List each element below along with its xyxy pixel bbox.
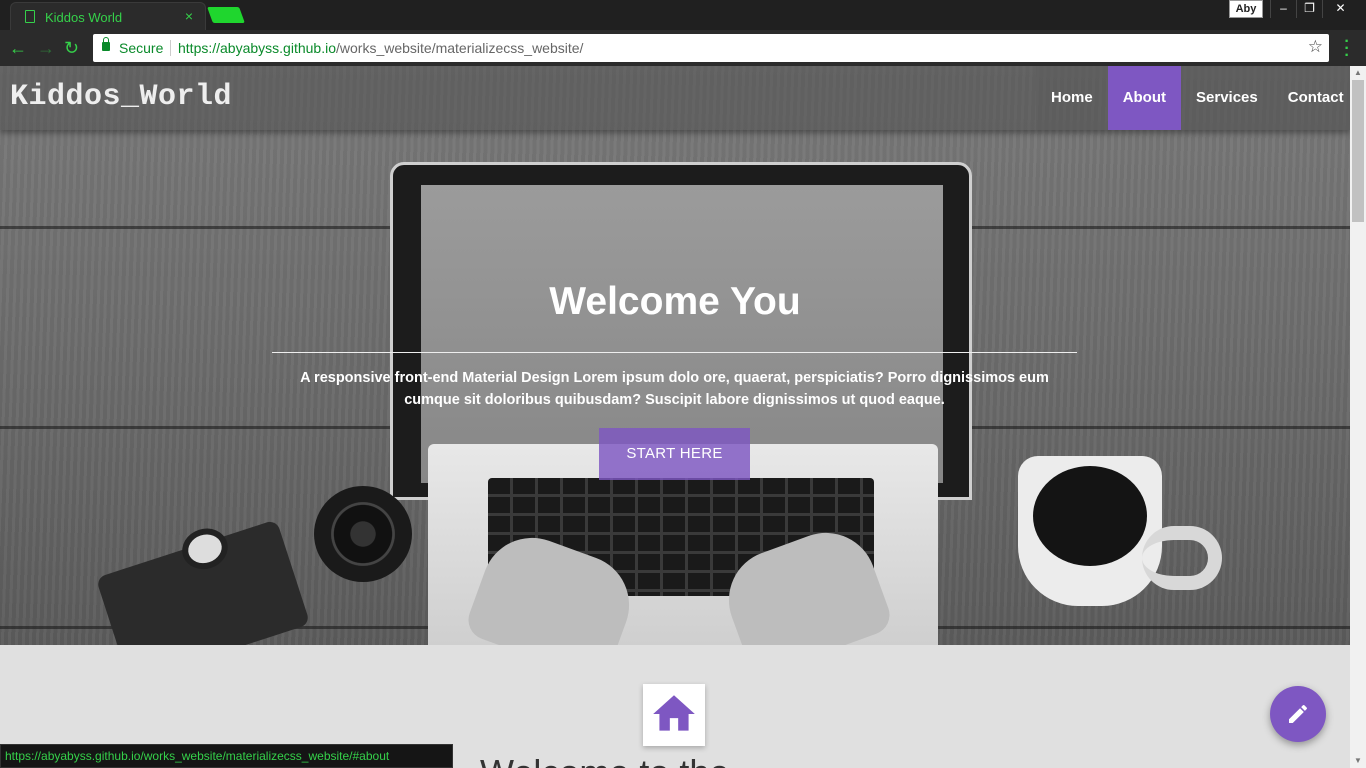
page-favicon-icon xyxy=(25,10,35,23)
tab-close-icon[interactable]: × xyxy=(185,8,193,24)
restore-button[interactable]: ❐ xyxy=(1296,0,1322,18)
page-viewport: Welcome You A responsive front-end Mater… xyxy=(0,66,1350,768)
hero-coffee-mug xyxy=(1018,456,1222,606)
browser-toolbar: ← → ↻ Secure https://abyabyss.github.io/… xyxy=(0,30,1366,66)
url-path: /works_website/materializecss_website/ xyxy=(336,40,584,56)
new-tab-button[interactable] xyxy=(207,7,245,23)
hero-description: A responsive front-end Material Design L… xyxy=(300,370,1049,408)
nav-link-about[interactable]: About xyxy=(1107,66,1182,130)
browser-tab-bar: Kiddos World × Aby – ❐ ✕ xyxy=(0,0,1366,30)
close-window-button[interactable]: ✕ xyxy=(1322,0,1358,18)
scroll-up-icon[interactable]: ▲ xyxy=(1354,68,1362,77)
home-icon-card xyxy=(643,684,705,746)
url-text[interactable]: https://abyabyss.github.io/works_website… xyxy=(178,40,583,56)
url-host: https://abyabyss.github.io xyxy=(178,40,336,56)
nav-link-home[interactable]: Home xyxy=(1036,66,1108,130)
forward-arrow-icon[interactable]: → xyxy=(37,38,55,59)
nav-link-contact[interactable]: Contact xyxy=(1273,66,1350,130)
link-status-bar: https://abyabyss.github.io/works_website… xyxy=(0,744,453,768)
nav-links: Home About Services Contact xyxy=(1036,66,1350,130)
hero-camera-lens xyxy=(314,486,412,582)
scrollbar-thumb[interactable] xyxy=(1352,80,1364,222)
hero-title: Welcome You xyxy=(549,280,801,323)
floating-action-button[interactable] xyxy=(1270,686,1326,742)
secure-label: Secure xyxy=(119,40,164,56)
nav-link-services[interactable]: Services xyxy=(1181,66,1273,130)
scroll-down-icon[interactable]: ▼ xyxy=(1354,756,1362,765)
section-heading: Welcome to the xyxy=(480,752,729,768)
browser-menu-icon[interactable]: · · · xyxy=(1342,34,1352,64)
reload-icon[interactable]: ↻ xyxy=(64,38,79,59)
address-bar[interactable]: Secure https://abyabyss.github.io/works_… xyxy=(93,34,1329,62)
lock-icon xyxy=(102,37,110,51)
site-brand-logo[interactable]: Kiddos_World xyxy=(10,80,232,114)
hero-camera xyxy=(95,519,311,645)
page-scrollbar[interactable]: ▲ ▼ xyxy=(1350,66,1366,768)
browser-tab[interactable]: Kiddos World × xyxy=(10,2,206,30)
start-here-button[interactable]: START HERE xyxy=(599,428,750,480)
tab-title: Kiddos World xyxy=(45,10,123,25)
bookmark-star-icon[interactable]: ☆ xyxy=(1308,37,1323,57)
home-icon xyxy=(653,695,695,731)
address-separator xyxy=(170,40,171,56)
hero-section: Welcome You A responsive front-end Mater… xyxy=(0,66,1350,645)
minimize-button[interactable]: – xyxy=(1270,0,1296,18)
profile-button[interactable]: Aby xyxy=(1229,0,1263,18)
site-navbar: Kiddos_World Home About Services Contact xyxy=(0,66,1350,130)
pencil-icon xyxy=(1289,704,1308,723)
back-arrow-icon[interactable]: ← xyxy=(9,38,27,59)
hero-divider xyxy=(272,352,1077,353)
